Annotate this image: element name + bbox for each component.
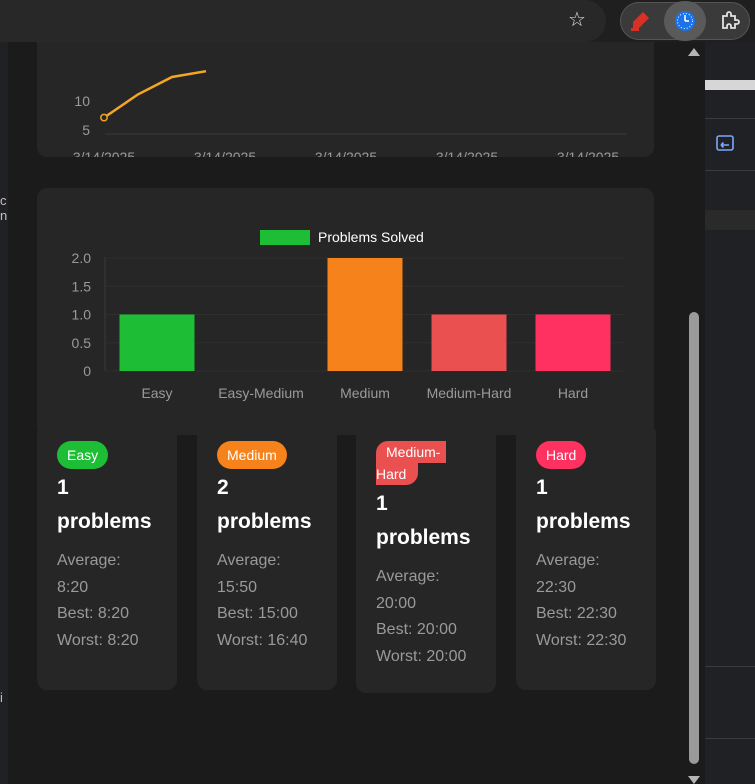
- difficulty-badge-medium: Medium: [217, 441, 287, 469]
- scroll-down-arrow-icon[interactable]: [688, 776, 700, 784]
- background-text: cn: [0, 193, 8, 223]
- y-tick-label: 1.5: [72, 278, 92, 294]
- problem-count: 1 problems: [376, 492, 471, 549]
- background-divider: [705, 170, 755, 171]
- time-stats: Average: 15:50 Best: 15:00 Worst: 16:40: [217, 552, 308, 649]
- data-point[interactable]: [100, 113, 108, 122]
- time-stats: Average: 8:20 Best: 8:20 Worst: 8:20: [57, 552, 139, 649]
- legend-swatch[interactable]: [260, 230, 310, 245]
- star-icon[interactable]: ☆: [566, 9, 588, 31]
- problem-count: 1 problems: [57, 476, 152, 533]
- time-stats: Average: 20:00 Best: 20:00 Worst: 20:00: [376, 568, 467, 665]
- problem-count: 2 problems: [217, 476, 312, 533]
- line-chart: 10 5 3/14/2025 3/14/2025 3/14/2025 3/14/2025…: [73, 69, 627, 165]
- background-text: i: [0, 690, 3, 705]
- bar-medium[interactable]: [327, 258, 403, 371]
- stat-card-medium: Medium 2 problems Average: 15:50 Best: 15…: [197, 424, 337, 690]
- marker-extension-icon[interactable]: [628, 9, 652, 33]
- address-bar[interactable]: [0, 0, 606, 42]
- stat-card-hard: Hard 1 problems Average: 22:30 Best: 22:3…: [516, 424, 656, 690]
- x-tick-label: 3/14/2025: [194, 149, 256, 157]
- time-stats: Average: 22:30 Best: 22:30 Worst: 22:30: [536, 552, 627, 649]
- background-divider: [705, 666, 755, 667]
- scrollbar-thumb[interactable]: [689, 312, 699, 764]
- bar-chart: Problems Solved 2.0 1.5 1.0 0.5 0 Easy Easy-M…: [72, 229, 625, 401]
- x-tick-label: Easy: [141, 385, 172, 401]
- x-tick-label: Hard: [558, 385, 588, 401]
- background-bar: [705, 80, 755, 90]
- x-tick-label: 3/14/2025: [557, 149, 619, 157]
- background-divider: [705, 738, 755, 739]
- y-tick-label: 5: [82, 122, 90, 138]
- redo-icon[interactable]: [714, 133, 736, 155]
- difficulty-badge-easy: Easy: [57, 441, 109, 469]
- problem-count: 1 problems: [536, 476, 631, 533]
- stat-card-easy: Easy 1 problems Average: 8:20 Best: 8:20 …: [37, 424, 177, 690]
- scroll-up-arrow-icon[interactable]: [688, 48, 700, 56]
- bar-hard[interactable]: [535, 314, 611, 372]
- line-chart-card: 10 5 3/14/2025 3/14/2025 3/14/2025 3/14/2025…: [37, 42, 654, 165]
- x-tick-label: 3/14/2025: [73, 149, 135, 157]
- y-tick-label: 0.5: [72, 335, 92, 351]
- x-tick-label: 3/14/2025: [315, 149, 377, 157]
- background-divider: [705, 118, 755, 119]
- background-page-left: [0, 42, 8, 784]
- y-tick-label: 0: [83, 363, 91, 379]
- y-tick-label: 10: [74, 93, 90, 109]
- y-tick-label: 1.0: [72, 307, 92, 323]
- background-block: [705, 210, 755, 230]
- stat-card-medium-hard: Medium- Hard 1 problems Average: 20:00 Be…: [356, 424, 496, 693]
- bar-medium-hard[interactable]: [431, 314, 507, 372]
- clock-extension-icon[interactable]: [673, 9, 697, 33]
- difficulty-badge-medium-hard: Medium- Hard: [376, 441, 446, 485]
- x-tick-label: Medium: [340, 385, 390, 401]
- puzzle-extensions-icon[interactable]: [718, 9, 742, 33]
- x-tick-label: 3/14/2025: [436, 149, 498, 157]
- x-tick-label: Easy-Medium: [218, 385, 304, 401]
- difficulty-badge-hard: Hard: [536, 441, 587, 469]
- bar-easy[interactable]: [119, 314, 195, 372]
- x-tick-label: Medium-Hard: [427, 385, 512, 401]
- bar-chart-card: Problems Solved 2.0 1.5 1.0 0.5 0 Easy Easy-M…: [37, 188, 654, 435]
- legend-label[interactable]: Problems Solved: [318, 229, 424, 245]
- browser-toolbar: ☆: [0, 0, 755, 42]
- y-tick-label: 2.0: [72, 250, 92, 266]
- series-line: [103, 69, 207, 119]
